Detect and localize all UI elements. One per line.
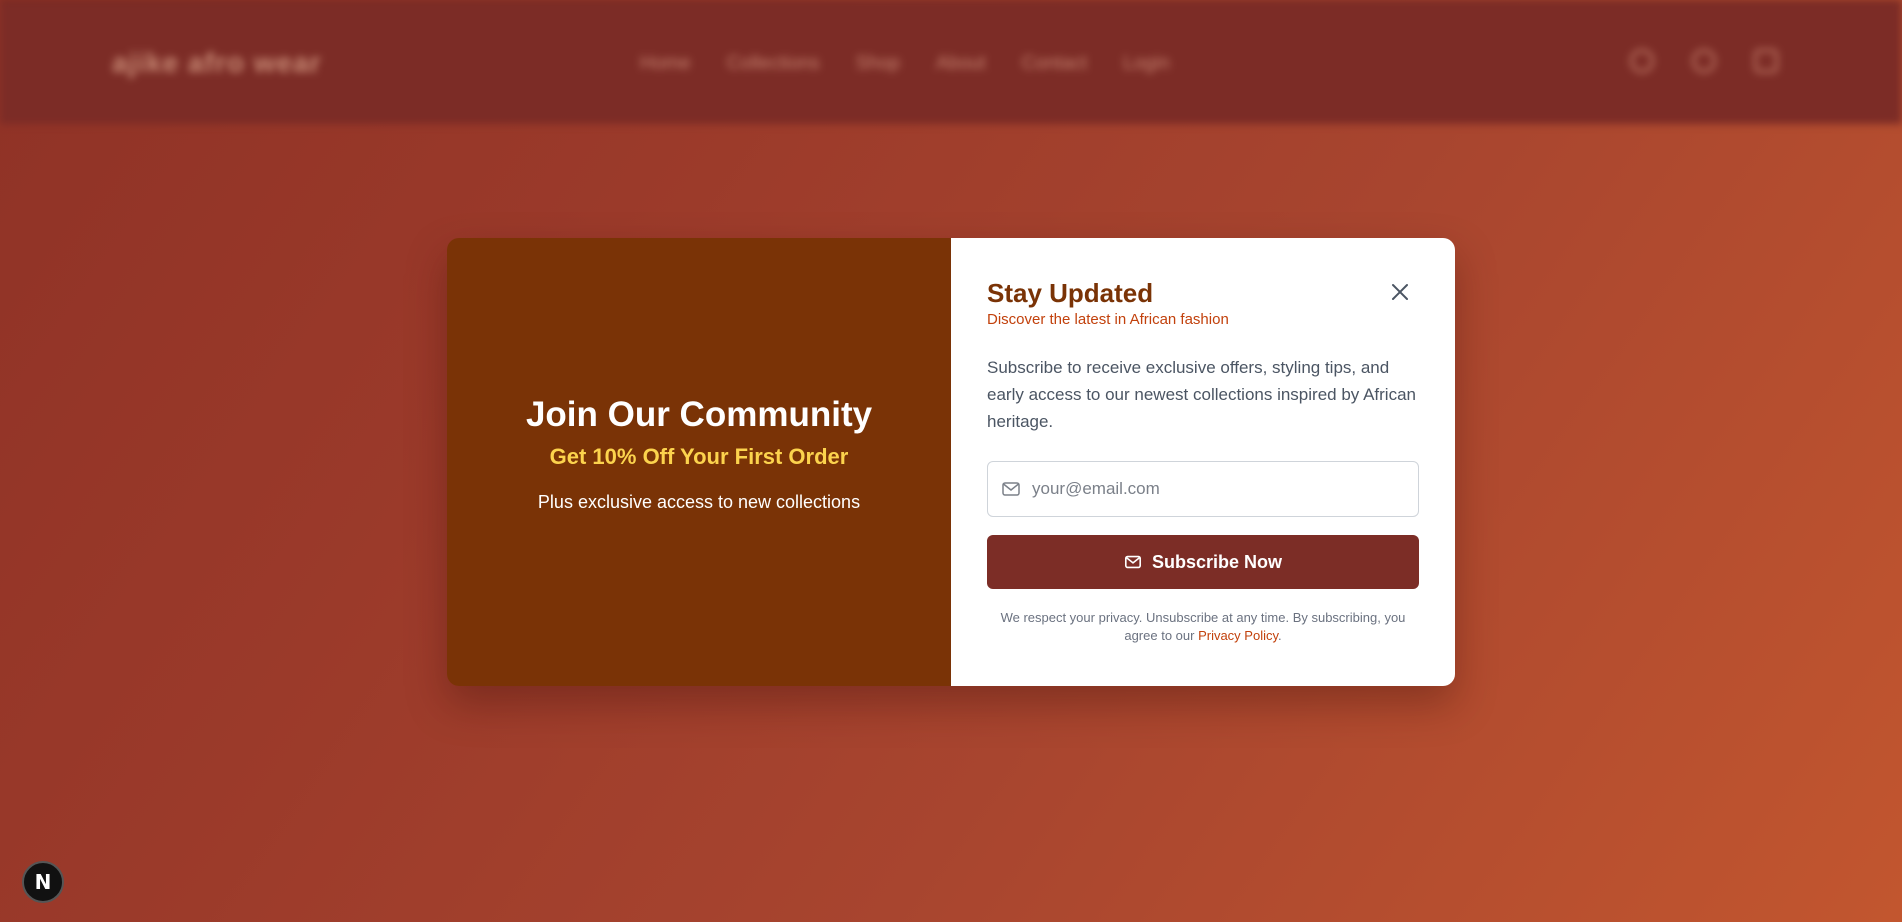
nextjs-badge[interactable]: N	[22, 861, 64, 903]
nav-item-about: About	[936, 53, 986, 74]
nav-item-contact: Contact	[1021, 53, 1088, 74]
nextjs-badge-label: N	[34, 870, 52, 894]
subscribe-panel: Stay Updated Discover the latest in Afri…	[951, 238, 1455, 686]
mail-icon	[1002, 482, 1020, 496]
privacy-notice: We respect your privacy. Unsubscribe at …	[987, 609, 1419, 645]
search-icon	[1630, 49, 1654, 73]
nav-item-login: Login	[1123, 53, 1170, 74]
modal-title: Stay Updated	[987, 278, 1154, 308]
header-icons	[1630, 49, 1778, 73]
bag-icon	[1754, 49, 1778, 73]
promo-subtitle: Plus exclusive access to new collections	[537, 492, 861, 512]
nav-item-collections: Collections	[726, 53, 820, 74]
email-field[interactable]	[987, 461, 1419, 517]
promo-offer: Get 10% Off Your First Order	[549, 444, 849, 469]
newsletter-modal: Join Our Community Get 10% Off Your Firs…	[447, 238, 1455, 686]
promo-panel: Join Our Community Get 10% Off Your Firs…	[447, 238, 951, 686]
modal-subtitle: Discover the latest in African fashion	[987, 311, 1229, 328]
user-icon	[1692, 49, 1716, 73]
main-nav: Home Collections Shop About Contact Logi…	[640, 53, 1170, 75]
close-button[interactable]	[1388, 280, 1412, 304]
privacy-end: .	[1278, 628, 1282, 643]
subscribe-button[interactable]: Subscribe Now	[987, 535, 1419, 589]
site-header: ajike afro wear Home Collections Shop Ab…	[0, 0, 1902, 124]
close-icon	[1392, 284, 1408, 300]
subscribe-label: Subscribe Now	[1151, 551, 1283, 572]
modal-description: Subscribe to receive exclusive offers, s…	[987, 358, 1416, 431]
promo-title: Join Our Community	[525, 395, 873, 434]
nav-item-home: Home	[640, 53, 691, 74]
site-logo: ajike afro wear	[112, 47, 322, 78]
email-input[interactable]	[1032, 462, 1412, 516]
privacy-policy-link[interactable]: Privacy Policy	[1198, 628, 1278, 643]
nav-item-shop: Shop	[855, 53, 900, 74]
mail-icon	[1124, 555, 1141, 569]
